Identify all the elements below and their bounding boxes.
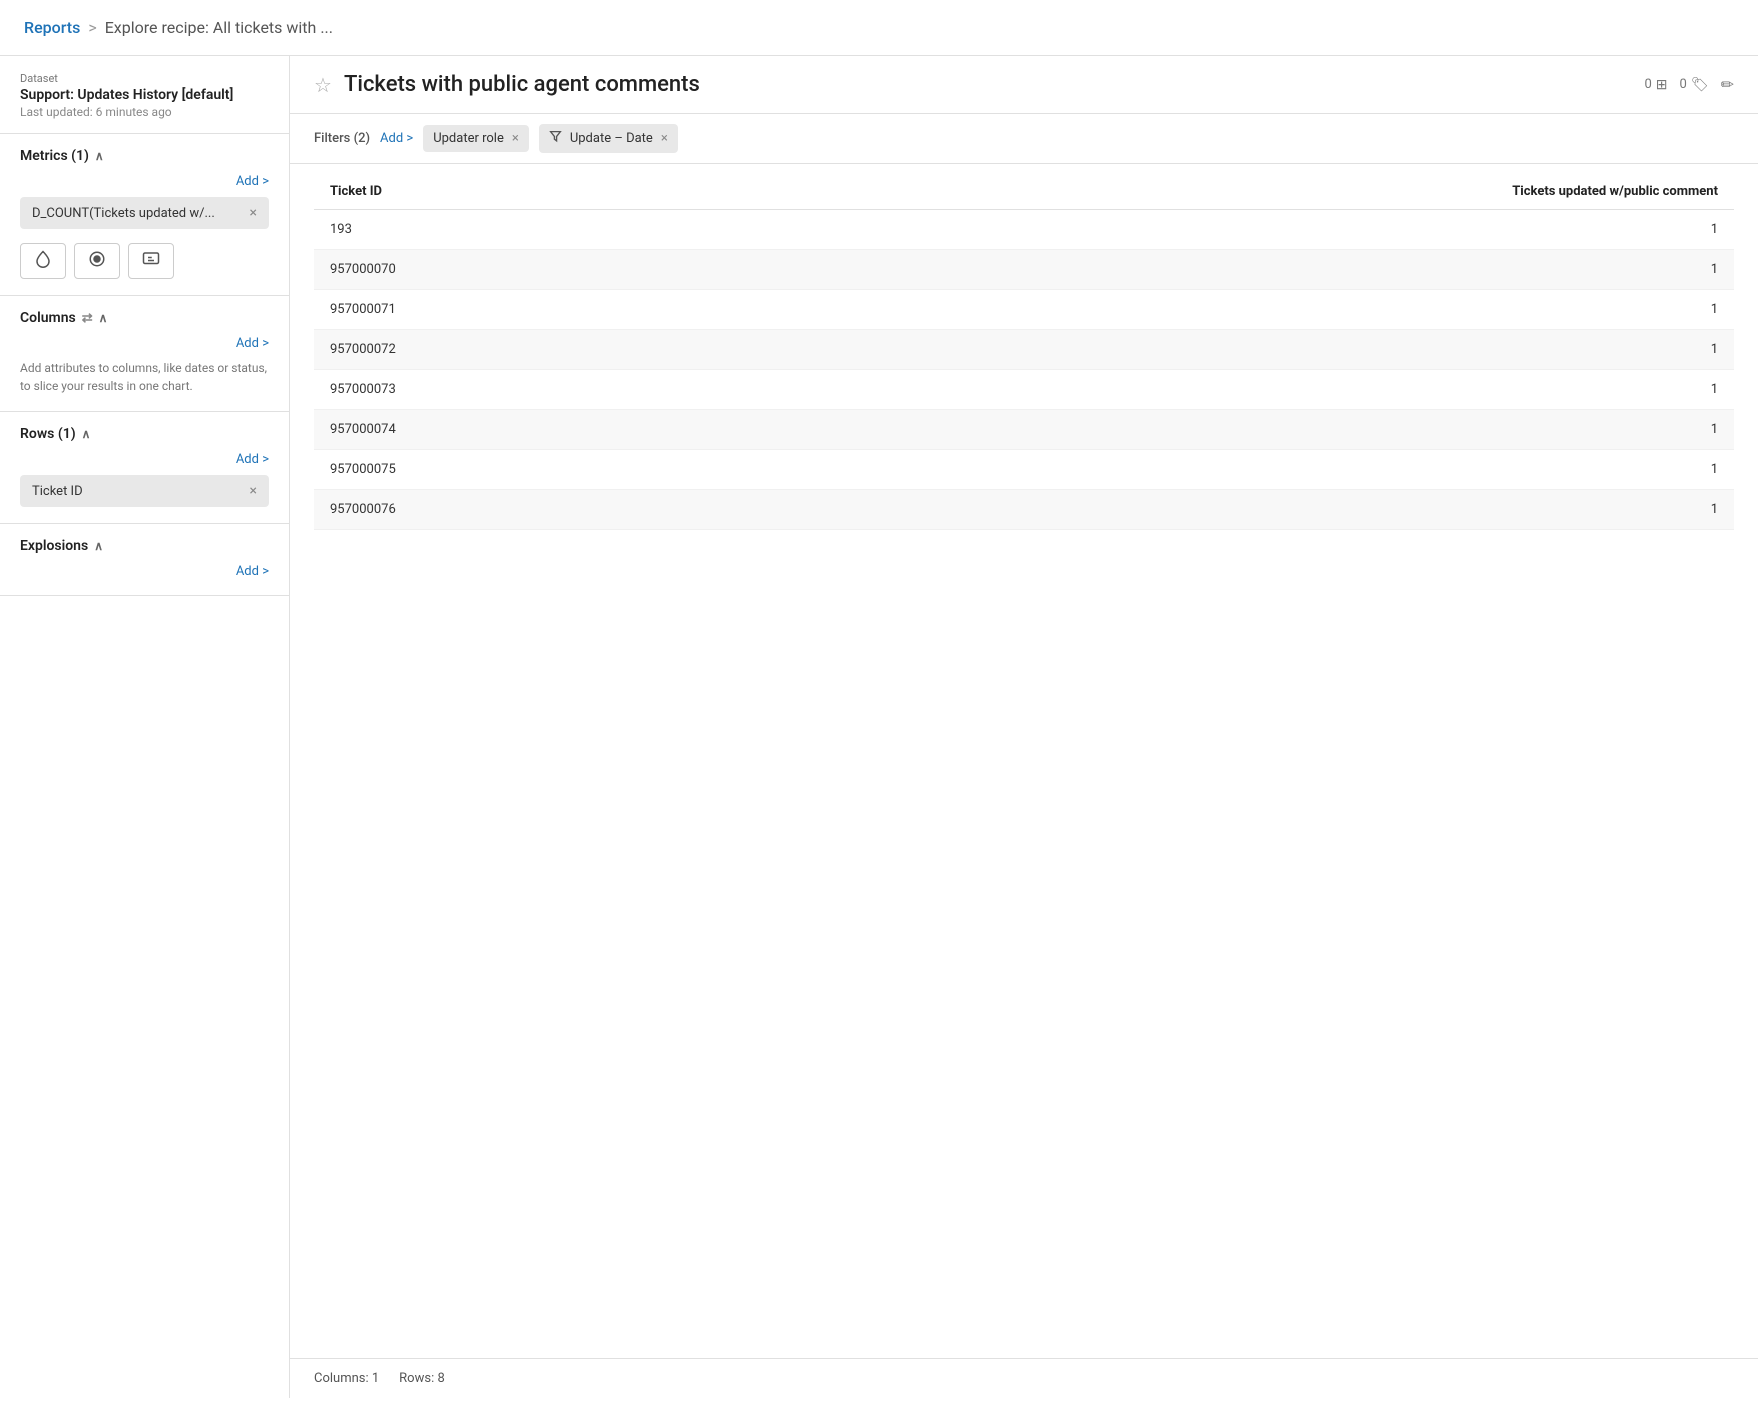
metrics-title: Metrics (1) ∧ <box>20 148 104 164</box>
table-container: Ticket ID Tickets updated w/public comme… <box>290 164 1758 1358</box>
columns-add-link[interactable]: Add > <box>20 336 269 351</box>
cell-count: 1 <box>728 370 1734 410</box>
table-row: 957000073 1 <box>314 370 1734 410</box>
rows-chevron-icon: ∧ <box>82 427 91 441</box>
filters-label: Filters (2) <box>314 131 370 146</box>
rows-header: Rows (1) ∧ <box>20 426 269 442</box>
cell-count: 1 <box>728 210 1734 250</box>
cell-ticket-id: 957000074 <box>314 410 728 450</box>
cell-ticket-id: 957000072 <box>314 330 728 370</box>
columns-header: Columns ⇄ ∧ <box>20 310 269 326</box>
breadcrumb-current: Explore recipe: All tickets with ... <box>105 18 333 37</box>
dataset-info: Dataset Support: Updates History [defaul… <box>0 56 289 134</box>
cell-count: 1 <box>728 290 1734 330</box>
badge-count-2: 0 🏷 <box>1680 77 1709 93</box>
cell-ticket-id: 957000075 <box>314 450 728 490</box>
report-header: ☆ Tickets with public agent comments 0 ⊞… <box>290 56 1758 114</box>
header-badges: 0 ⊞ 0 🏷 ✏ <box>1644 75 1734 94</box>
metrics-chevron-icon: ∧ <box>95 149 104 163</box>
dataset-updated: Last updated: 6 minutes ago <box>20 105 269 119</box>
main-layout: Dataset Support: Updates History [defaul… <box>0 56 1758 1398</box>
explosions-title: Explosions ∧ <box>20 538 103 554</box>
add-filter-button[interactable]: Add > <box>380 131 413 146</box>
row-chip[interactable]: Ticket ID × <box>20 475 269 507</box>
grid-icon: ⊞ <box>1656 77 1668 93</box>
dataset-label: Dataset <box>20 72 269 85</box>
explosions-header: Explosions ∧ <box>20 538 269 554</box>
reports-link[interactable]: Reports <box>24 18 80 37</box>
star-icon[interactable]: ☆ <box>314 73 332 97</box>
metric-chip-label: D_COUNT(Tickets updated w/... <box>32 206 215 221</box>
rows-section: Rows (1) ∧ Add > Ticket ID × <box>0 412 289 524</box>
metrics-section: Metrics (1) ∧ Add > D_COUNT(Tickets upda… <box>0 134 289 296</box>
metrics-header: Metrics (1) ∧ <box>20 148 269 164</box>
columns-hint: Add attributes to columns, like dates or… <box>20 359 269 395</box>
table-row: 957000072 1 <box>314 330 1734 370</box>
col-header-ticket-id: Ticket ID <box>314 172 728 210</box>
rows-add-link[interactable]: Add > <box>20 452 269 467</box>
viz-icons <box>20 243 269 279</box>
table-row: 193 1 <box>314 210 1734 250</box>
cell-count: 1 <box>728 250 1734 290</box>
viz-icon-droplet[interactable] <box>20 243 66 279</box>
table-row: 957000076 1 <box>314 490 1734 530</box>
columns-count: Columns: 1 <box>314 1371 379 1386</box>
droplet-icon <box>34 250 52 273</box>
row-chip-label: Ticket ID <box>32 484 83 499</box>
metric-chip-remove[interactable]: × <box>250 205 257 221</box>
cell-ticket-id: 957000073 <box>314 370 728 410</box>
cell-count: 1 <box>728 450 1734 490</box>
cell-count: 1 <box>728 330 1734 370</box>
report-title: Tickets with public agent comments <box>344 72 1633 97</box>
explosions-section: Explosions ∧ Add > <box>0 524 289 596</box>
filter-chip-label-2: Update – Date <box>570 131 653 146</box>
viz-icon-comment[interactable] <box>128 243 174 279</box>
metrics-add-link[interactable]: Add > <box>20 174 269 189</box>
filter-chip-update-date[interactable]: Update – Date × <box>539 124 678 153</box>
metric-chip[interactable]: D_COUNT(Tickets updated w/... × <box>20 197 269 229</box>
table-row: 957000071 1 <box>314 290 1734 330</box>
comment-icon <box>142 250 160 273</box>
explosions-chevron-icon: ∧ <box>94 539 103 553</box>
cell-ticket-id: 193 <box>314 210 728 250</box>
radio-icon <box>88 250 106 273</box>
columns-chevron-icon: ∧ <box>99 311 108 325</box>
cell-count: 1 <box>728 410 1734 450</box>
breadcrumb: Reports > Explore recipe: All tickets wi… <box>0 0 1758 56</box>
filters-bar: Filters (2) Add > Updater role × Update … <box>290 114 1758 164</box>
row-chip-remove[interactable]: × <box>250 483 257 499</box>
filter-chip-updater-role[interactable]: Updater role × <box>423 125 529 152</box>
breadcrumb-separator: > <box>88 18 96 37</box>
results-table: Ticket ID Tickets updated w/public comme… <box>314 172 1734 530</box>
edit-icon[interactable]: ✏ <box>1721 75 1734 94</box>
table-header-row: Ticket ID Tickets updated w/public comme… <box>314 172 1734 210</box>
rows-count: Rows: 8 <box>399 1371 445 1386</box>
viz-icon-radio[interactable] <box>74 243 120 279</box>
table-row: 957000074 1 <box>314 410 1734 450</box>
cell-ticket-id: 957000070 <box>314 250 728 290</box>
shuffle-icon: ⇄ <box>82 311 93 326</box>
filter-chip-label-1: Updater role <box>433 131 504 146</box>
filter-chip-remove-1[interactable]: × <box>512 131 519 146</box>
tag-icon: 🏷 <box>1691 77 1709 93</box>
content-area: ☆ Tickets with public agent comments 0 ⊞… <box>290 56 1758 1398</box>
rows-title: Rows (1) ∧ <box>20 426 90 442</box>
cell-count: 1 <box>728 490 1734 530</box>
cell-ticket-id: 957000076 <box>314 490 728 530</box>
explosions-add-link[interactable]: Add > <box>20 564 269 579</box>
filter-icon <box>549 130 562 147</box>
columns-section: Columns ⇄ ∧ Add > Add attributes to colu… <box>0 296 289 412</box>
dataset-name: Support: Updates History [default] <box>20 87 269 103</box>
sidebar: Dataset Support: Updates History [defaul… <box>0 56 290 1398</box>
table-row: 957000075 1 <box>314 450 1734 490</box>
table-footer: Columns: 1 Rows: 8 <box>290 1358 1758 1398</box>
cell-ticket-id: 957000071 <box>314 290 728 330</box>
col-header-count: Tickets updated w/public comment <box>728 172 1734 210</box>
filter-chip-remove-2[interactable]: × <box>661 131 668 146</box>
table-row: 957000070 1 <box>314 250 1734 290</box>
badge-count-1: 0 ⊞ <box>1644 77 1667 93</box>
columns-title: Columns ⇄ ∧ <box>20 310 107 326</box>
